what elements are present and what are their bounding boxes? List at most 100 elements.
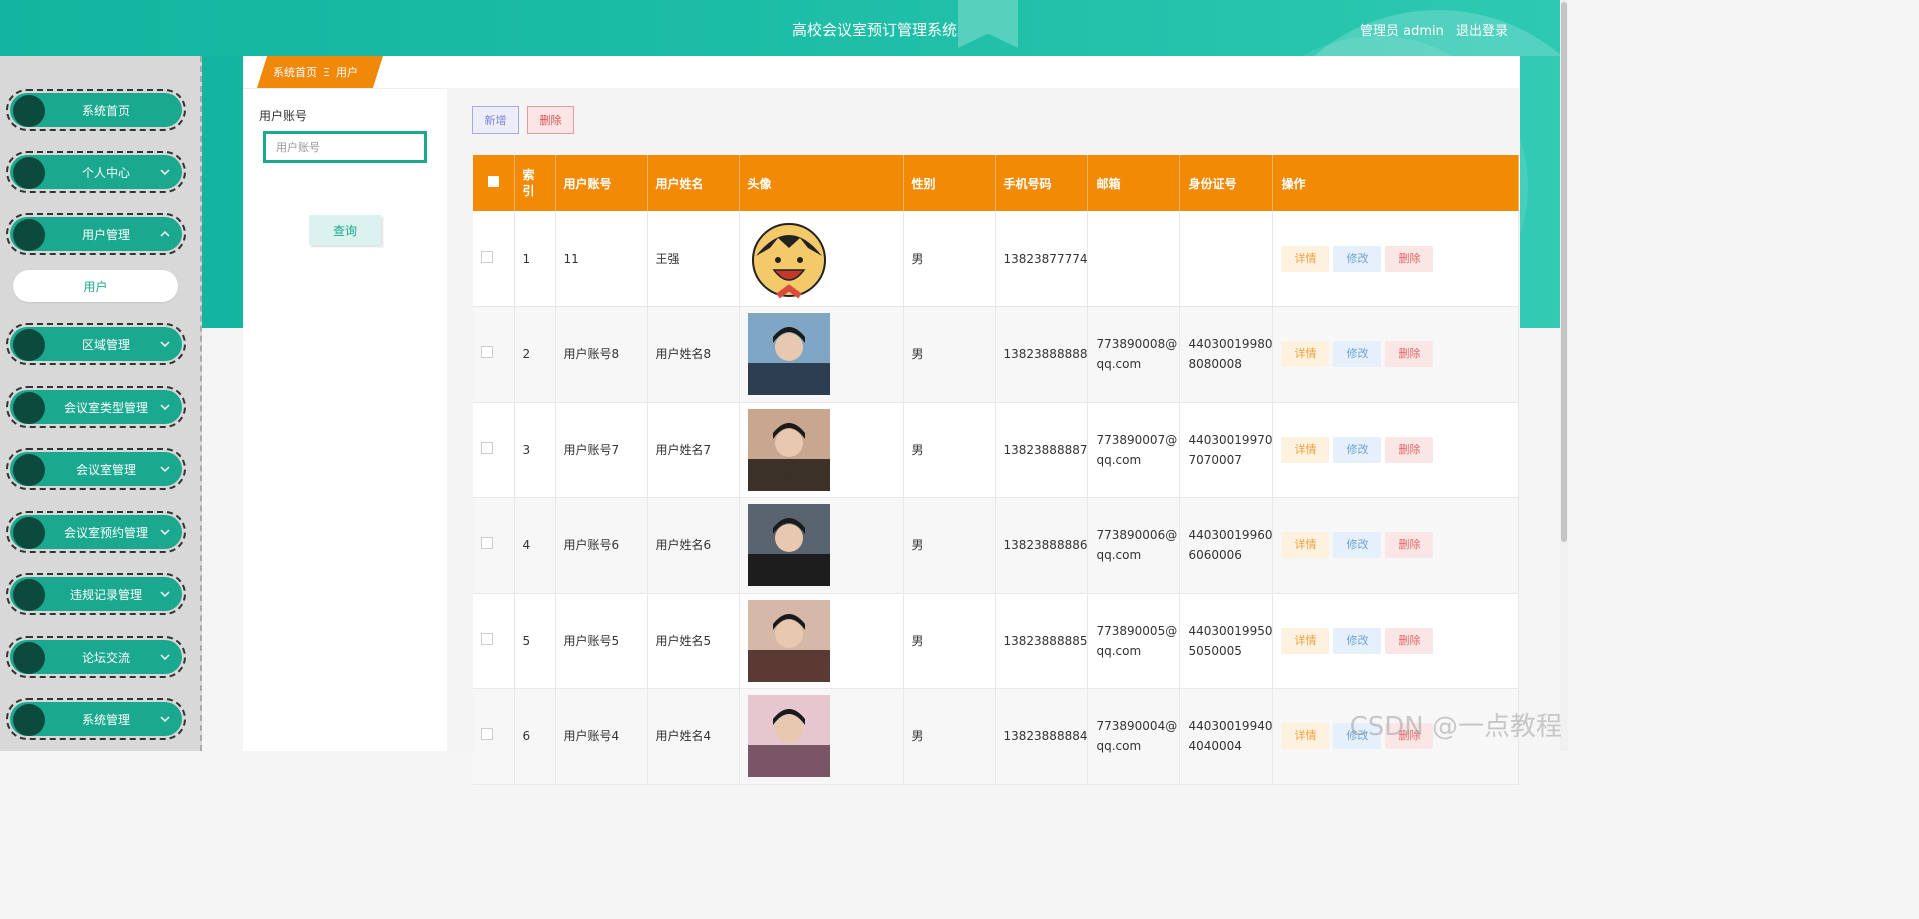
delete-button[interactable]: 删除 bbox=[1385, 341, 1434, 368]
page-scrollbar[interactable] bbox=[1560, 0, 1568, 751]
cell-phone: 13823888887 bbox=[995, 402, 1089, 498]
user-photo-avatar bbox=[747, 504, 830, 587]
sidebar-item-violation-management[interactable]: 违规记录管理 bbox=[6, 573, 186, 615]
row-select-cell[interactable] bbox=[473, 688, 515, 785]
table-header-row: 索引 用户账号 用户姓名 头像 性别 手机号码 邮箱 身份证号 操作 bbox=[473, 155, 1519, 211]
column-header-avatar: 头像 bbox=[739, 155, 904, 211]
column-header-phone: 手机号码 bbox=[995, 155, 1089, 211]
edit-button[interactable]: 修改 bbox=[1333, 532, 1382, 559]
account-search-input[interactable]: 用户账号 bbox=[263, 131, 427, 163]
cell-index: 2 bbox=[514, 306, 556, 403]
edit-button[interactable]: 修改 bbox=[1333, 436, 1382, 463]
cell-account: 用户账号6 bbox=[555, 497, 648, 594]
scrollbar-thumb[interactable] bbox=[1561, 2, 1567, 542]
cell-name: 用户姓名8 bbox=[647, 306, 740, 403]
sidebar-item-booking-management[interactable]: 会议室预约管理 bbox=[6, 511, 186, 553]
user-photo-avatar bbox=[747, 408, 830, 491]
detail-button[interactable]: 详情 bbox=[1281, 532, 1330, 559]
cell-name: 用户姓名7 bbox=[647, 402, 740, 498]
add-button[interactable]: 新增 bbox=[472, 106, 519, 134]
sidebar-item-label: 系统管理 bbox=[81, 712, 130, 727]
table-row[interactable]: 1 11 王强男 13823877774 详情 修改 删除 bbox=[473, 211, 1519, 307]
select-all-header[interactable] bbox=[473, 155, 515, 211]
chevron-down-icon bbox=[160, 466, 170, 473]
column-header-actions: 操作 bbox=[1272, 155, 1519, 211]
delete-button[interactable]: 删除 bbox=[1385, 245, 1434, 272]
table-area: 新增 删除 索引 用户账号 用户姓名 头像 性别 手机号码 邮箱 身份证号 操作… bbox=[447, 88, 1520, 785]
detail-button[interactable]: 详情 bbox=[1281, 723, 1330, 750]
sidebar-item-user-management[interactable]: 用户管理 bbox=[6, 213, 186, 255]
sidebar-item-room-type-management[interactable]: 会议室类型管理 bbox=[6, 386, 186, 428]
query-button[interactable]: 查询 bbox=[309, 215, 381, 245]
cell-index: 5 bbox=[514, 593, 556, 689]
row-checkbox[interactable] bbox=[481, 632, 493, 645]
edit-button[interactable]: 修改 bbox=[1333, 627, 1382, 654]
cell-avatar bbox=[739, 593, 904, 689]
menu-knob-icon bbox=[13, 454, 45, 486]
row-checkbox[interactable] bbox=[481, 441, 493, 454]
table-row[interactable]: 4 用户账号6 用户姓名6 男 13823888886 773890006@ qq.com 4… bbox=[473, 497, 1519, 594]
column-header-id-number: 身份证号 bbox=[1179, 155, 1274, 211]
delete-button[interactable]: 删除 bbox=[1385, 532, 1434, 559]
row-select-cell[interactable] bbox=[473, 211, 515, 307]
row-select-cell[interactable] bbox=[473, 497, 515, 594]
detail-button[interactable]: 详情 bbox=[1281, 436, 1330, 463]
row-select-cell[interactable] bbox=[473, 593, 515, 689]
logout-link[interactable]: 退出登录 bbox=[1456, 24, 1508, 39]
sidebar-item-label: 会议室预约管理 bbox=[63, 525, 148, 540]
cell-index: 1 bbox=[514, 211, 556, 307]
menu-knob-icon bbox=[13, 157, 45, 189]
sidebar-item-profile[interactable]: 个人中心 bbox=[6, 151, 186, 193]
cell-name: 王强 bbox=[647, 211, 740, 307]
sidebar-item-area-management[interactable]: 区域管理 bbox=[6, 323, 186, 365]
breadcrumb-current: 用户 bbox=[335, 66, 358, 79]
cell-actions: 详情 修改 删除 bbox=[1272, 593, 1519, 689]
sidebar-item-label: 系统首页 bbox=[81, 103, 130, 118]
cell-gender: 男 bbox=[903, 211, 996, 307]
cell-id-number bbox=[1179, 211, 1274, 307]
menu-knob-icon bbox=[13, 392, 45, 424]
sidebar-item-forum[interactable]: 论坛交流 bbox=[6, 636, 186, 678]
row-checkbox[interactable] bbox=[481, 728, 493, 741]
table-row[interactable]: 3 用户账号7 用户姓名7 男 13823888887 773890007@ qq.com 4… bbox=[473, 402, 1519, 498]
detail-button[interactable]: 详情 bbox=[1281, 627, 1330, 654]
sidebar-subitem-user[interactable]: 用户 bbox=[13, 270, 178, 302]
select-all-checkbox[interactable] bbox=[487, 176, 499, 187]
table-row[interactable]: 5 用户账号5 用户姓名5 男 13823888885 773890005@ qq.com 4… bbox=[473, 593, 1519, 689]
sidebar-item-home[interactable]: 系统首页 bbox=[6, 89, 186, 131]
cell-email: 773890007@ qq.com bbox=[1087, 402, 1181, 498]
chevron-down-icon bbox=[160, 529, 170, 536]
sidebar-item-room-management[interactable]: 会议室管理 bbox=[6, 448, 186, 490]
table-row[interactable]: 2 用户账号8 用户姓名8 男 13823888888 773890008@ qq.com 4… bbox=[473, 306, 1519, 403]
delete-button[interactable]: 删除 bbox=[1385, 627, 1434, 654]
menu-knob-icon bbox=[13, 704, 45, 736]
cell-phone: 13823888884 bbox=[995, 688, 1089, 785]
cell-avatar bbox=[739, 688, 904, 785]
row-checkbox[interactable] bbox=[481, 250, 493, 263]
app-title: 高校会议室预订管理系统 bbox=[792, 21, 958, 39]
main-content: 系统首页 Ξ 用户 用户账号 用户账号 查询 新增 删除 索引 用户账号 用户姓… bbox=[243, 56, 1520, 785]
sidebar-item-label: 用户管理 bbox=[81, 227, 130, 242]
chevron-down-icon bbox=[160, 716, 170, 723]
cell-id-number: 44030019980 8080008 bbox=[1179, 306, 1274, 403]
row-checkbox[interactable] bbox=[481, 537, 493, 550]
cell-email: 773890004@ qq.com bbox=[1087, 688, 1181, 785]
delete-button[interactable]: 删除 bbox=[1385, 436, 1434, 463]
row-checkbox[interactable] bbox=[481, 346, 493, 359]
cell-name: 用户姓名5 bbox=[647, 593, 740, 689]
batch-delete-button[interactable]: 删除 bbox=[527, 106, 574, 134]
row-select-cell[interactable] bbox=[473, 306, 515, 403]
edit-button[interactable]: 修改 bbox=[1333, 341, 1382, 368]
row-select-cell[interactable] bbox=[473, 402, 515, 498]
cartoon-avatar-icon bbox=[751, 222, 826, 298]
detail-button[interactable]: 详情 bbox=[1281, 245, 1330, 272]
edit-button[interactable]: 修改 bbox=[1333, 245, 1382, 272]
user-photo-avatar bbox=[747, 695, 830, 778]
breadcrumb-separator-icon: Ξ bbox=[323, 65, 330, 79]
breadcrumb-home[interactable]: 系统首页 bbox=[273, 64, 317, 80]
user-table: 索引 用户账号 用户姓名 头像 性别 手机号码 邮箱 身份证号 操作 1 11 王强… bbox=[473, 155, 1519, 785]
sidebar-item-system-management[interactable]: 系统管理 bbox=[6, 698, 186, 740]
column-header-email: 邮箱 bbox=[1087, 155, 1181, 211]
detail-button[interactable]: 详情 bbox=[1281, 341, 1330, 368]
watermark: CSDN @一点教程 bbox=[1349, 712, 1562, 742]
